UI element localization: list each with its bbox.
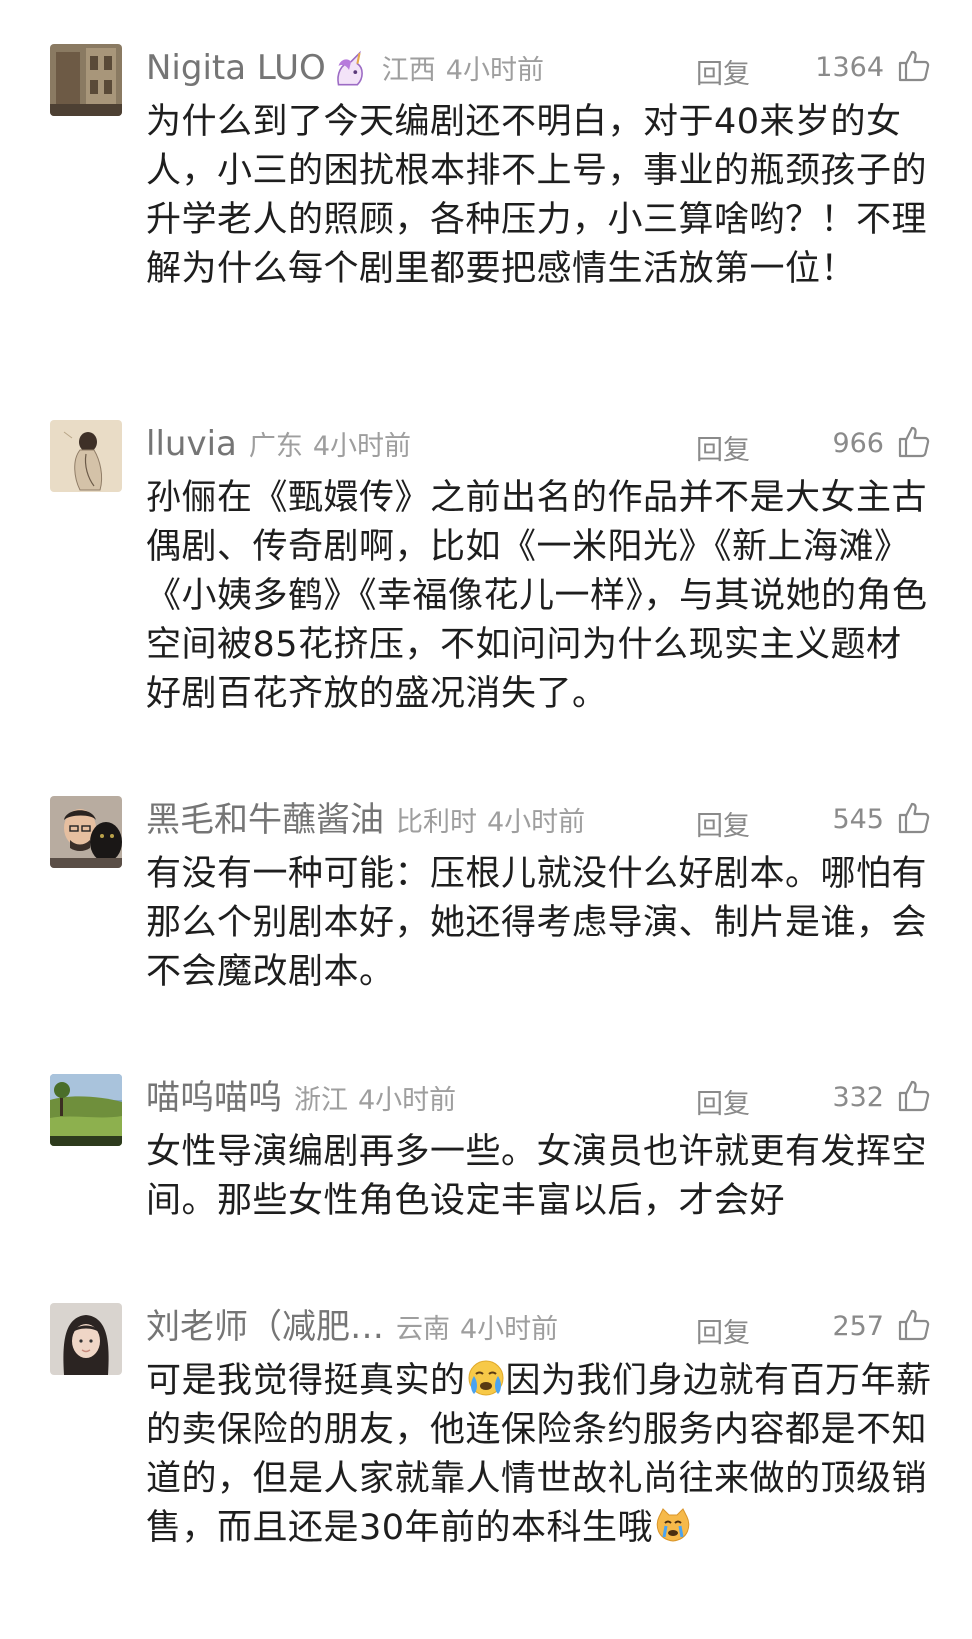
location: 浙江 <box>294 1085 348 1116</box>
thumbs-up-icon[interactable] <box>896 1078 932 1114</box>
comment-meta: 黑毛和牛蘸酱油 比利时 4小时前 回复 545 <box>146 796 932 846</box>
avatar-image <box>50 44 122 116</box>
reply-button[interactable]: 回复 <box>696 804 750 843</box>
avatar-image <box>50 1074 122 1146</box>
location: 广东 <box>248 431 303 462</box>
reply-button[interactable]: 回复 <box>696 1311 750 1350</box>
avatar[interactable] <box>50 1303 122 1375</box>
timestamp: 4小时前 <box>358 1085 457 1116</box>
like-count: 545 <box>832 804 884 835</box>
username[interactable]: 黑毛和牛蘸酱油 <box>146 800 384 840</box>
avatar[interactable] <box>50 796 122 868</box>
avatar[interactable] <box>50 420 122 492</box>
comment-text-part: 可是我觉得挺真实的 <box>146 1361 466 1401</box>
comment-text: 有没有一种可能：压根儿就没什么好剧本。哪怕有那么个别剧本好，她还得考虑导演、制片… <box>146 854 928 992</box>
timestamp: 4小时前 <box>445 55 544 86</box>
comment-text: 孙俪在《甄嬛传》之前出名的作品并不是大女主古偶剧、传奇剧啊，比如《一米阳光》《新… <box>146 478 928 714</box>
comment-meta: Nigita LUO 江西 4小时前 回复 1364 <box>146 44 932 94</box>
thumbs-up-icon[interactable] <box>896 800 932 836</box>
avatar-image <box>50 420 122 492</box>
comment-text: 为什么到了今天编剧还不明白，对于40来岁的女人，小三的困扰根本排不上号，事业的瓶… <box>146 102 928 289</box>
comment-meta: 喵呜喵呜 浙江 4小时前 回复 332 <box>146 1074 932 1124</box>
like-count: 1364 <box>815 52 884 83</box>
comment-meta: 刘老师（减肥… 云南 4小时前 回复 257 <box>146 1303 932 1353</box>
comment-meta: lluvia 广东 4小时前 回复 966 <box>146 420 932 470</box>
crying-face-emoji <box>468 1360 504 1396</box>
location: 比利时 <box>396 807 477 838</box>
avatar-image <box>50 796 122 868</box>
thumbs-up-icon[interactable] <box>896 48 932 84</box>
reply-button[interactable]: 回复 <box>696 52 750 91</box>
like-count: 332 <box>832 1082 884 1113</box>
timestamp: 4小时前 <box>312 431 412 462</box>
avatar[interactable] <box>50 1074 122 1146</box>
username[interactable]: lluvia <box>146 424 237 464</box>
crying-cat-emoji <box>656 1508 690 1542</box>
reply-button[interactable]: 回复 <box>696 428 750 467</box>
username[interactable]: 喵呜喵呜 <box>146 1078 282 1118</box>
username[interactable]: 刘老师（减肥… <box>146 1307 384 1347</box>
location: 云南 <box>396 1314 450 1345</box>
comment-text: 女性导演编剧再多一些。女演员也许就更有发挥空间。那些女性角色设定丰富以后，才会好 <box>146 1132 928 1221</box>
thumbs-up-icon[interactable] <box>896 424 932 460</box>
like-count: 257 <box>832 1311 884 1342</box>
avatar-image <box>50 1303 122 1375</box>
username[interactable]: Nigita LUO <box>146 48 326 88</box>
unicorn-badge-icon <box>337 50 363 85</box>
thumbs-up-icon[interactable] <box>896 1307 932 1343</box>
timestamp: 4小时前 <box>460 1314 559 1345</box>
like-count: 966 <box>832 428 884 459</box>
location: 江西 <box>381 55 436 86</box>
reply-button[interactable]: 回复 <box>696 1082 750 1121</box>
comment-text: 可是我觉得挺真实的 因为我们身边就有百万年薪的卖保险的朋友，他连保险条约服务内容… <box>146 1357 936 1553</box>
timestamp: 4小时前 <box>487 807 586 838</box>
avatar[interactable] <box>50 44 122 116</box>
